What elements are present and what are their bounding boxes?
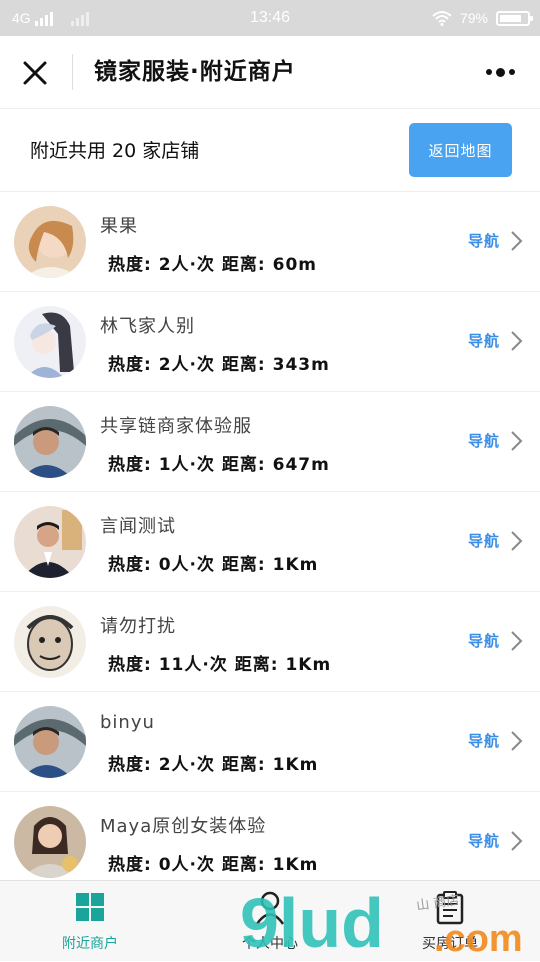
status-bar: 4G 13:46 79% [0, 0, 540, 36]
grid-icon [76, 893, 104, 921]
merchant-name: binyu [100, 712, 155, 733]
nav-divider [72, 54, 73, 90]
merchant-stats: 热度: 0人·次 距离: 1Km [108, 555, 319, 575]
list-item[interactable]: 共享链商家体验服热度: 1人·次 距离: 647m 导航 [0, 392, 540, 492]
merchant-list: 果果 热度: 2人·次 距离: 60m 导航 林飞家人别 热度: 2人·次 距离: 34… [0, 192, 540, 880]
wifi-icon [432, 11, 452, 26]
avatar [14, 806, 86, 878]
merchant-name: 言闻测试 [100, 516, 176, 537]
battery-percent: 79% [459, 10, 488, 26]
chevron-right-icon[interactable] [510, 630, 524, 652]
clipboard-icon [436, 891, 464, 925]
avatar [14, 306, 86, 378]
list-item[interactable]: binyu 热度: 2人·次 距离: 1Km 导航 [0, 692, 540, 792]
nav-bar: 镜家服装·附近商户 [0, 36, 540, 109]
chevron-right-icon[interactable] [510, 230, 524, 252]
merchant-stats: 热度: 0人·次 距离: 1Km [108, 855, 319, 875]
tab-label: 买房订单 [422, 936, 478, 952]
avatar [14, 706, 86, 778]
avatar [14, 506, 86, 578]
merchant-stats: 热度: 2人·次 距离: 343m [108, 355, 330, 375]
avatar [14, 606, 86, 678]
tab-label: 个人中心 [242, 936, 298, 952]
merchant-name: 林飞家人别 [100, 316, 195, 337]
tab-nearby[interactable]: 附近商户 [0, 881, 180, 961]
merchant-stats: 热度: 2人·次 距离: 60m [108, 255, 318, 275]
person-icon [255, 891, 285, 925]
summary-bar: 附近共用 20 家店铺 返回地图 [0, 109, 540, 192]
navigate-link[interactable]: 导航 [468, 430, 500, 451]
chevron-right-icon[interactable] [510, 430, 524, 452]
merchant-stats: 热度: 2人·次 距离: 1Km [108, 755, 319, 775]
back-to-map-button[interactable]: 返回地图 [409, 123, 512, 177]
chevron-right-icon[interactable] [510, 730, 524, 752]
chevron-right-icon[interactable] [510, 530, 524, 552]
list-item[interactable]: 请勿打扰热度: 11人·次 距离: 1Km 导航 [0, 592, 540, 692]
battery-icon [496, 10, 533, 26]
navigate-link[interactable]: 导航 [468, 830, 500, 851]
merchant-stats: 热度: 1人·次 距离: 647m [108, 455, 330, 475]
merchant-name: 请勿打扰 [100, 616, 176, 637]
tab-bar: 附近商户 个人中心 买房订单 [0, 880, 540, 961]
chevron-right-icon[interactable] [510, 330, 524, 352]
chevron-right-icon[interactable] [510, 830, 524, 852]
close-icon[interactable] [18, 56, 52, 90]
shop-count-text: 附近共用 20 家店铺 [30, 140, 200, 162]
navigate-link[interactable]: 导航 [468, 630, 500, 651]
list-item[interactable]: Maya原创女装体验热度: 0人·次 距离: 1Km 导航 [0, 792, 540, 880]
merchant-name: 共享链商家体验服 [100, 416, 252, 437]
merchant-name: Maya原创女装体验 [100, 816, 267, 837]
navigate-link[interactable]: 导航 [468, 230, 500, 251]
page-title: 镜家服装·附近商户 [94, 59, 296, 85]
merchant-name: 果果 [100, 216, 138, 237]
more-options-icon[interactable] [486, 62, 520, 82]
navigate-link[interactable]: 导航 [468, 530, 500, 551]
avatar [14, 206, 86, 278]
list-item[interactable]: 果果热度: 2人·次 距离: 60m 导航 [0, 192, 540, 292]
navigate-link[interactable]: 导航 [468, 730, 500, 751]
list-item[interactable]: 林飞家人别热度: 2人·次 距离: 343m 导航 [0, 292, 540, 392]
tab-orders[interactable]: 买房订单 [360, 881, 540, 961]
tab-label: 附近商户 [62, 936, 118, 952]
avatar [14, 406, 86, 478]
status-right: 79% [432, 0, 533, 36]
list-item[interactable]: 言闻测试热度: 0人·次 距离: 1Km 导航 [0, 492, 540, 592]
merchant-stats: 热度: 11人·次 距离: 1Km [108, 655, 332, 675]
tab-profile[interactable]: 个人中心 [180, 881, 360, 961]
navigate-link[interactable]: 导航 [468, 330, 500, 351]
